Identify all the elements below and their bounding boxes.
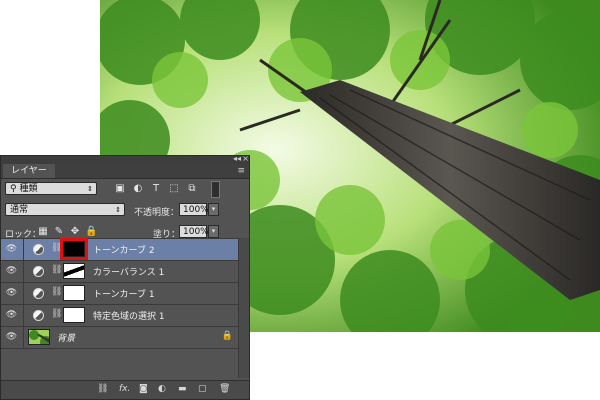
layers-scrollbar[interactable] [238, 238, 249, 378]
lock-transparent-icon[interactable]: ▦ [37, 226, 49, 238]
chain-link-icon[interactable]: ⛓ [51, 265, 62, 275]
visibility-eye-icon[interactable]: 👁 [5, 288, 18, 299]
layer-mask-thumbnail[interactable] [63, 263, 85, 279]
pixel-filter-icon[interactable]: ▣ [114, 183, 126, 195]
blend-mode-value: 通常 [10, 205, 29, 215]
fill-input[interactable]: 100% [179, 225, 209, 238]
divider [23, 305, 24, 326]
add-mask-icon[interactable]: ◙ [139, 384, 148, 394]
opacity-label: 不透明度： [134, 208, 180, 218]
opacity-input[interactable]: 100% [179, 203, 209, 216]
opacity-dropdown-button[interactable]: ▾ [208, 203, 219, 216]
link-layers-icon[interactable]: ⛓ [97, 384, 108, 394]
layer-row-tone-curve-2[interactable]: 👁 ⛓ トーンカーブ 2 [1, 238, 241, 260]
blend-mode-select[interactable]: 通常 ⇕ [5, 203, 125, 216]
layer-row-selective-color-1[interactable]: 👁 ⛓ 特定色域の選択 1 [1, 304, 241, 326]
smart-object-filter-icon[interactable]: ⧉ [186, 183, 198, 195]
chain-link-icon[interactable]: ⛓ [51, 309, 62, 319]
filter-row: ⚲ 種類 ⇕ ▣ ◐ T ⬚ ⧉ [1, 181, 249, 198]
tab-layers[interactable]: レイヤー [3, 164, 55, 178]
divider [23, 261, 24, 282]
adjustment-layer-icon [33, 310, 44, 321]
adjustment-filter-icon[interactable]: ◐ [132, 183, 144, 195]
type-filter-icon[interactable]: T [150, 183, 162, 195]
layer-name[interactable]: 特定色域の選択 1 [93, 309, 165, 322]
shape-filter-icon[interactable]: ⬚ [168, 183, 180, 195]
divider [23, 327, 24, 348]
collapse-panel-icon[interactable]: ◂◂ [233, 154, 241, 163]
new-layer-icon[interactable]: ▢ [198, 384, 207, 394]
panel-footer: ⛓ fx. ◙ ◐ ▬ ▢ 🗑 [1, 380, 249, 399]
filter-toggle-switch[interactable] [211, 181, 220, 198]
chain-link-icon[interactable]: ⛓ [51, 287, 62, 297]
tree-thumbnail-image [29, 330, 49, 344]
chevron-updown-icon: ⇕ [115, 206, 121, 214]
layer-name[interactable]: トーンカーブ 1 [93, 287, 155, 300]
filter-kind-value: 種類 [19, 184, 38, 194]
panel-menu-icon[interactable]: ≡ [237, 166, 245, 176]
new-group-folder-icon[interactable]: ▬ [178, 384, 187, 394]
visibility-eye-icon[interactable]: 👁 [5, 244, 18, 255]
layer-row-background[interactable]: 👁 背景 🔒 [1, 326, 241, 349]
new-adjustment-layer-icon[interactable]: ◐ [158, 384, 166, 394]
chain-link-icon[interactable]: ⛓ [51, 243, 62, 253]
layer-row-color-balance-1[interactable]: 👁 ⛓ カラーバランス 1 [1, 260, 241, 282]
layer-row-tone-curve-1[interactable]: 👁 ⛓ トーンカーブ 1 [1, 282, 241, 304]
fill-dropdown-button[interactable]: ▾ [208, 225, 219, 238]
layer-mask-thumbnail[interactable] [63, 307, 85, 323]
adjustment-layer-icon [33, 244, 44, 255]
visibility-eye-icon[interactable]: 👁 [5, 310, 18, 321]
layer-lock-icon: 🔒 [221, 331, 233, 341]
fx-icon[interactable]: fx. [119, 384, 130, 394]
visibility-eye-icon[interactable]: 👁 [5, 332, 18, 343]
layer-mask-thumbnail[interactable] [60, 238, 88, 260]
divider [23, 283, 24, 304]
visibility-eye-icon[interactable]: 👁 [5, 266, 18, 277]
filter-kind-select[interactable]: ⚲ 種類 ⇕ [5, 182, 97, 195]
lock-position-move-icon[interactable]: ✥ [69, 226, 81, 238]
trash-icon[interactable]: 🗑 [219, 384, 230, 394]
chevron-updown-icon: ⇕ [87, 185, 93, 193]
layer-name[interactable]: トーンカーブ 2 [93, 243, 155, 256]
close-panel-icon[interactable]: × [242, 154, 249, 163]
background-thumbnail[interactable] [28, 329, 50, 345]
adjustment-layer-icon [33, 266, 44, 277]
divider [23, 239, 24, 260]
layers-list: 👁 ⛓ トーンカーブ 2 👁 ⛓ カラーバランス 1 👁 ⛓ トーンカーブ 1 … [1, 238, 241, 349]
layer-name[interactable]: 背景 [57, 331, 75, 344]
blend-row: 通常 ⇕ 不透明度： 100% ▾ [1, 202, 249, 218]
lock-pixels-brush-icon[interactable]: ✎ [53, 226, 65, 238]
layers-panel: ◂◂ × レイヤー ≡ ⚲ 種類 ⇕ ▣ ◐ T ⬚ ⧉ 通常 ⇕ 不透明度： … [0, 154, 250, 400]
layer-name[interactable]: カラーバランス 1 [93, 265, 164, 278]
lock-all-icon[interactable]: 🔒 [85, 226, 97, 238]
adjustment-layer-icon [33, 288, 44, 299]
panel-title-strip: ◂◂ × [1, 154, 249, 164]
layer-mask-thumbnail[interactable] [63, 285, 85, 301]
panel-tab-row: レイヤー ≡ [1, 164, 249, 179]
